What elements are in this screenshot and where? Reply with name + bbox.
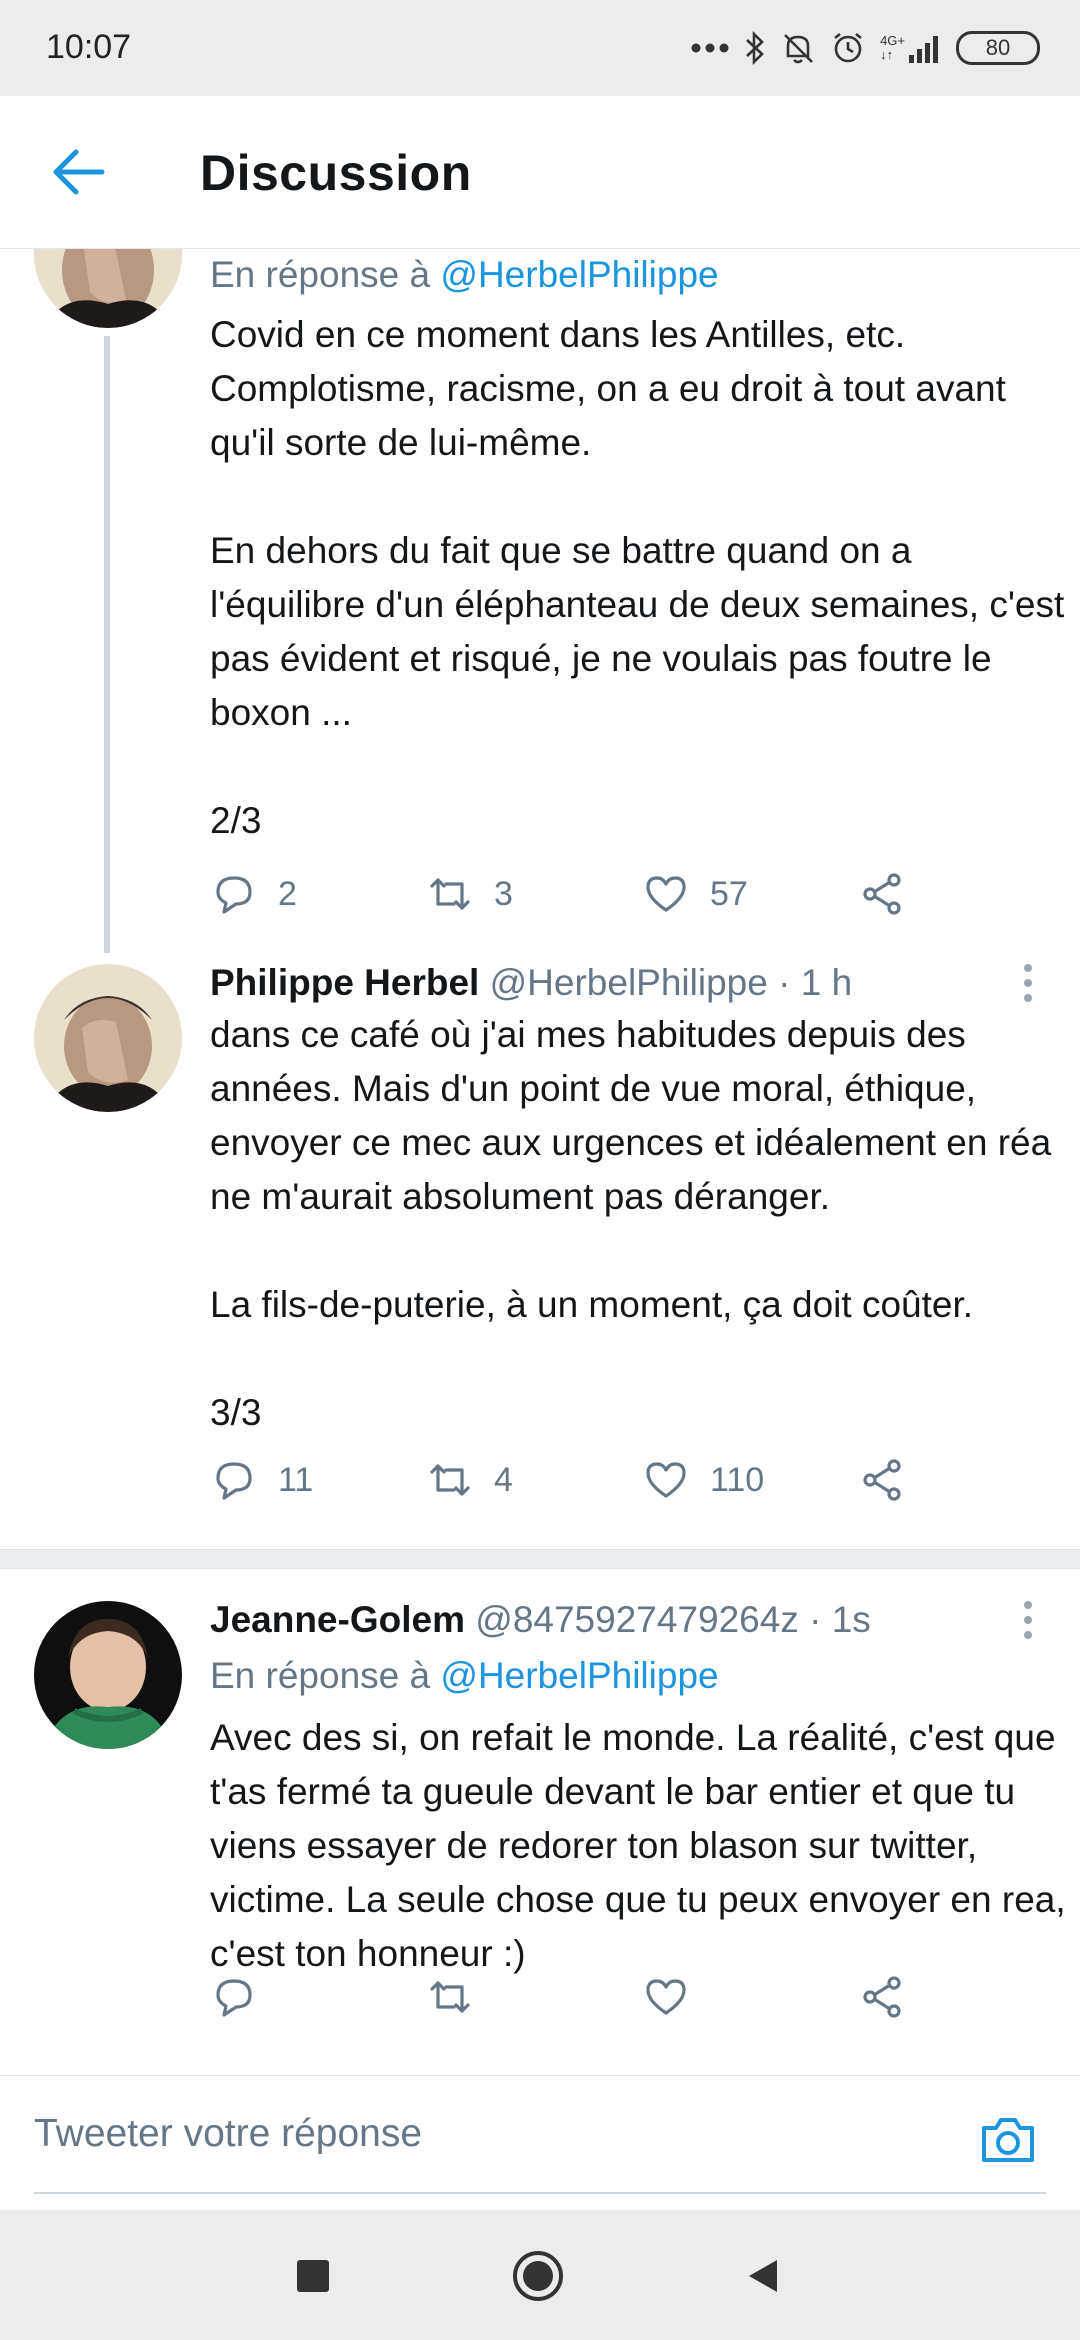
reply-prefix: En réponse à bbox=[210, 1655, 441, 1696]
network-label-top: 4G+ bbox=[880, 33, 905, 48]
retweet-icon bbox=[430, 1464, 470, 1496]
tweet-text: Covid en ce moment dans les Antilles, et… bbox=[210, 314, 1065, 841]
bluetooth-icon bbox=[744, 30, 766, 66]
home-button[interactable] bbox=[510, 2248, 566, 2304]
reply-input-underline bbox=[34, 2192, 1046, 2194]
tweet-header: Philippe Herbel @HerbelPhilippe · 1 h bbox=[210, 962, 852, 1004]
retweet-icon bbox=[430, 878, 470, 910]
like-button[interactable]: 110 bbox=[642, 1450, 764, 1510]
system-nav-bar bbox=[0, 2210, 1080, 2340]
like-button[interactable] bbox=[642, 1967, 710, 2027]
share-button[interactable] bbox=[858, 864, 906, 924]
reply-icon bbox=[216, 876, 252, 914]
more-options-icon[interactable] bbox=[1020, 1601, 1036, 1646]
tweet-header: Jeanne-Golem @8475927479264z · 1s bbox=[210, 1599, 871, 1641]
alarm-icon bbox=[830, 30, 866, 66]
status-bar: 10:07 4G+ ↓↑ 80 bbox=[0, 0, 1080, 96]
camera-icon[interactable] bbox=[976, 2108, 1040, 2172]
reply-button[interactable]: 11 bbox=[210, 1450, 313, 1510]
reply-handle-link[interactable]: @HerbelPhilippe bbox=[440, 1655, 718, 1696]
more-options-icon[interactable] bbox=[1020, 964, 1036, 1009]
back-button[interactable] bbox=[735, 2248, 791, 2304]
reply-count: 11 bbox=[278, 1460, 314, 1499]
avatar[interactable] bbox=[34, 964, 182, 1112]
triangle-back-icon bbox=[749, 2260, 777, 2292]
reply-button[interactable]: 2 bbox=[210, 864, 297, 924]
tweet-actions: 11 4 110 bbox=[210, 1450, 1030, 1510]
tweet-actions bbox=[210, 1967, 1030, 2027]
reply-handle-link[interactable]: @HerbelPhilippe bbox=[440, 254, 718, 295]
back-arrow-icon[interactable] bbox=[46, 140, 110, 204]
retweet-count: 3 bbox=[494, 874, 513, 913]
section-divider bbox=[0, 1549, 1080, 1569]
like-button[interactable]: 57 bbox=[642, 864, 748, 924]
tweet-3[interactable]: Jeanne-Golem @8475927479264z · 1s En rép… bbox=[0, 1599, 1080, 2071]
tweet-list[interactable]: En réponse à @HerbelPhilippe Covid en ce… bbox=[0, 249, 1080, 2075]
reply-to: En réponse à @HerbelPhilippe bbox=[210, 254, 719, 296]
battery-icon: 80 bbox=[956, 31, 1040, 65]
retweet-icon bbox=[430, 1981, 470, 2013]
reply-count: 2 bbox=[278, 874, 297, 913]
author-meta: @8475927479264z · 1s bbox=[464, 1599, 871, 1640]
reply-icon bbox=[216, 1462, 252, 1500]
author-name[interactable]: Philippe Herbel bbox=[210, 962, 479, 1003]
tweet-2[interactable]: Philippe Herbel @HerbelPhilippe · 1 h da… bbox=[0, 962, 1080, 1564]
reply-icon bbox=[216, 1979, 252, 2017]
heart-icon bbox=[646, 876, 686, 912]
retweet-count: 4 bbox=[494, 1460, 513, 1499]
status-icons: 4G+ ↓↑ 80 bbox=[690, 22, 1040, 74]
heart-icon bbox=[646, 1462, 686, 1498]
reply-to: En réponse à @HerbelPhilippe bbox=[210, 1655, 719, 1697]
share-icon bbox=[863, 873, 901, 915]
author-name[interactable]: Jeanne-Golem bbox=[210, 1599, 465, 1640]
page-title: Discussion bbox=[200, 145, 472, 201]
signal-icon: 4G+ ↓↑ bbox=[880, 33, 942, 63]
status-time: 10:07 bbox=[46, 28, 132, 66]
dots-icon bbox=[690, 42, 730, 54]
app-bar: Discussion bbox=[0, 96, 1080, 249]
battery-level: 80 bbox=[956, 31, 1040, 65]
reply-button[interactable] bbox=[210, 1967, 278, 2027]
tweet-actions: 2 3 57 bbox=[210, 864, 1030, 924]
avatar[interactable] bbox=[34, 1601, 182, 1749]
avatar[interactable] bbox=[34, 249, 182, 328]
retweet-button[interactable]: 3 bbox=[426, 864, 513, 924]
like-count: 110 bbox=[710, 1460, 765, 1499]
share-icon bbox=[863, 1976, 901, 2018]
like-count: 57 bbox=[710, 874, 748, 913]
share-button[interactable] bbox=[858, 1967, 906, 2027]
square-icon bbox=[297, 2260, 329, 2292]
share-button[interactable] bbox=[858, 1450, 906, 1510]
reply-prefix: En réponse à bbox=[210, 254, 441, 295]
network-label-bottom: ↓↑ bbox=[880, 47, 894, 62]
author-meta: @HerbelPhilippe · 1 h bbox=[479, 962, 853, 1003]
circle-icon bbox=[513, 2251, 563, 2301]
recents-button[interactable] bbox=[285, 2248, 341, 2304]
reply-bar: Tweeter votre réponse bbox=[0, 2075, 1080, 2210]
heart-icon bbox=[646, 1979, 686, 2015]
dnd-icon bbox=[780, 30, 816, 66]
tweet-text: dans ce café où j'ai mes habitudes depui… bbox=[210, 1014, 1052, 1433]
share-icon bbox=[863, 1459, 901, 1501]
retweet-button[interactable]: 4 bbox=[426, 1450, 513, 1510]
retweet-button[interactable] bbox=[426, 1967, 494, 2027]
reply-input[interactable]: Tweeter votre réponse bbox=[34, 2112, 422, 2156]
thread-line bbox=[104, 336, 110, 953]
tweet-text: Avec des si, on refait le monde. La réal… bbox=[210, 1717, 1066, 1974]
